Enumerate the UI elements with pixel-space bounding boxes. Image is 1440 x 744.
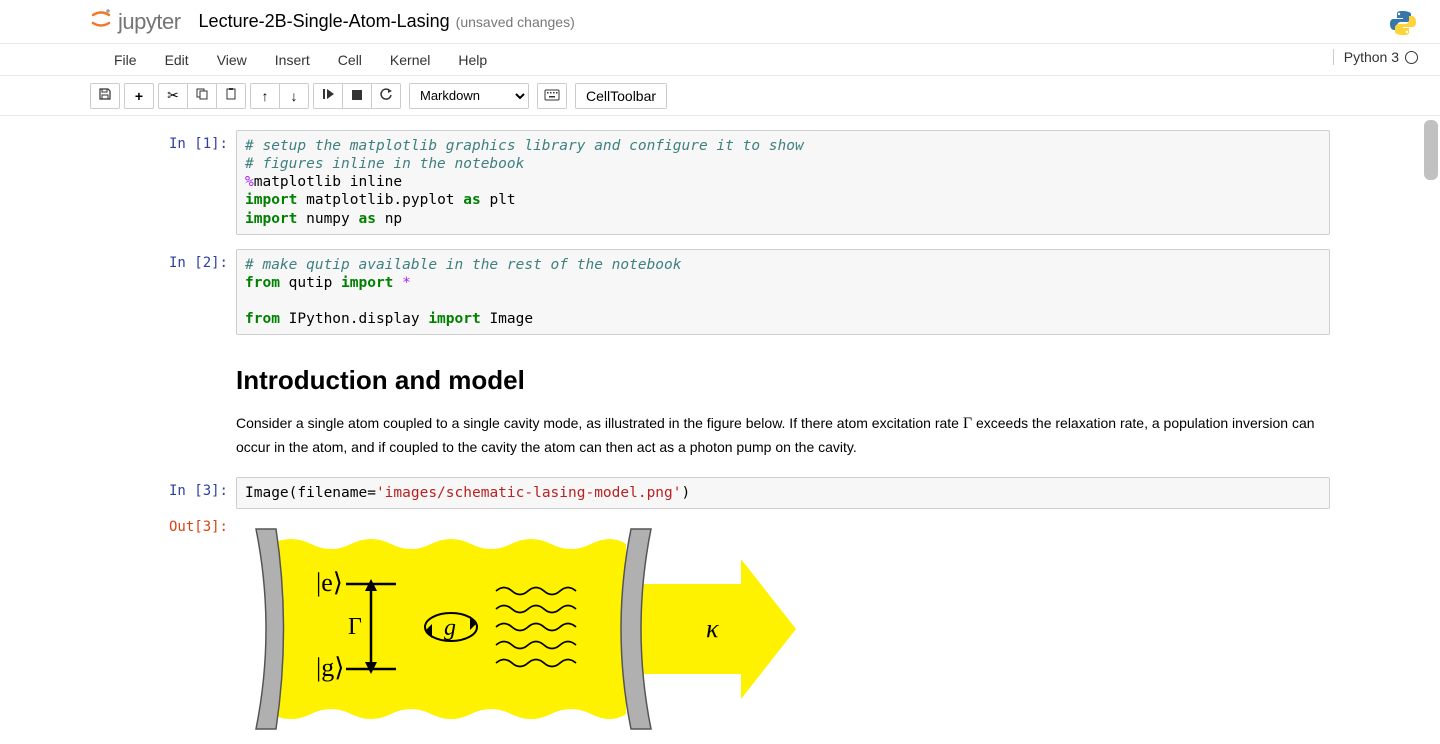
kernel-status-icon <box>1405 51 1418 64</box>
menu-file[interactable]: File <box>100 46 151 74</box>
code-input[interactable]: Image(filename='images/schematic-lasing-… <box>236 477 1330 509</box>
cut-button[interactable]: ✂ <box>158 83 188 109</box>
output-cell: Out[3]: <box>96 513 1344 744</box>
menu-cell[interactable]: Cell <box>324 46 376 74</box>
jupyter-logo[interactable]: jupyter <box>90 8 181 36</box>
cell-type-select[interactable]: Markdown <box>409 83 529 109</box>
restart-icon <box>379 87 393 104</box>
save-icon <box>98 87 112 104</box>
output-image: |e⟩ |g⟩ Γ g <box>236 519 1330 744</box>
cell-toolbar-button[interactable]: CellToolbar <box>575 83 667 109</box>
jupyter-logo-text: jupyter <box>118 9 181 35</box>
arrow-up-icon: ↑ <box>262 88 269 104</box>
section-heading: Introduction and model <box>236 365 1330 396</box>
menu-view[interactable]: View <box>203 46 261 74</box>
code-cell[interactable]: In [1]: # setup the matplotlib graphics … <box>96 130 1344 235</box>
paste-icon <box>224 87 238 104</box>
g-coupling-label: g <box>444 615 456 641</box>
section-paragraph: Consider a single atom coupled to a sing… <box>236 412 1330 458</box>
stop-button[interactable] <box>342 83 372 109</box>
code-cell[interactable]: In [2]: # make qutip available in the re… <box>96 249 1344 336</box>
notebook-scroll-area[interactable]: In [1]: # setup the matplotlib graphics … <box>0 116 1440 744</box>
scrollbar-thumb[interactable] <box>1424 120 1438 180</box>
jupyter-icon <box>90 8 112 36</box>
add-cell-button[interactable]: + <box>124 83 154 109</box>
code-input[interactable]: # setup the matplotlib graphics library … <box>236 130 1330 235</box>
keyboard-icon <box>544 88 560 104</box>
copy-button[interactable] <box>187 83 217 109</box>
kernel-name: Python 3 <box>1344 49 1399 65</box>
run-icon <box>321 87 335 104</box>
command-palette-button[interactable] <box>537 83 567 109</box>
menu-kernel[interactable]: Kernel <box>376 46 444 74</box>
in-prompt: In [3]: <box>96 477 236 509</box>
gamma-label: Γ <box>348 614 362 640</box>
python-logo-icon <box>1388 8 1418 41</box>
in-prompt: In [2]: <box>96 249 236 336</box>
move-down-button[interactable]: ↓ <box>279 83 309 109</box>
kappa-label: κ <box>706 614 719 643</box>
plus-icon: + <box>135 88 143 104</box>
arrow-down-icon: ↓ <box>291 88 298 104</box>
move-up-button[interactable]: ↑ <box>250 83 280 109</box>
menu-insert[interactable]: Insert <box>261 46 324 74</box>
notebook-header: jupyter Lecture-2B-Single-Atom-Lasing (u… <box>0 0 1440 44</box>
run-button[interactable] <box>313 83 343 109</box>
code-cell[interactable]: In [3]: Image(filename='images/schematic… <box>96 477 1344 509</box>
copy-icon <box>195 87 209 104</box>
menubar: File Edit View Insert Cell Kernel Help P… <box>0 44 1440 76</box>
ket-e-label: |e⟩ <box>316 568 343 597</box>
restart-button[interactable] <box>371 83 401 109</box>
notebook-title[interactable]: Lecture-2B-Single-Atom-Lasing <box>199 11 450 32</box>
in-prompt: In [1]: <box>96 130 236 235</box>
kernel-indicator[interactable]: Python 3 <box>1333 49 1418 65</box>
cut-icon: ✂ <box>167 87 179 104</box>
save-button[interactable] <box>90 83 120 109</box>
paste-button[interactable] <box>216 83 246 109</box>
ket-g-label: |g⟩ <box>316 653 344 682</box>
toolbar: + ✂ ↑ ↓ Markdown <box>0 76 1440 116</box>
menu-help[interactable]: Help <box>444 46 501 74</box>
markdown-cell[interactable]: Introduction and model Consider a single… <box>96 345 1344 464</box>
code-input[interactable]: # make qutip available in the rest of th… <box>236 249 1330 336</box>
out-prompt: Out[3]: <box>96 513 236 744</box>
menu-edit[interactable]: Edit <box>151 46 203 74</box>
empty-prompt <box>96 345 236 464</box>
save-status: (unsaved changes) <box>456 14 575 30</box>
stop-icon <box>351 88 363 104</box>
